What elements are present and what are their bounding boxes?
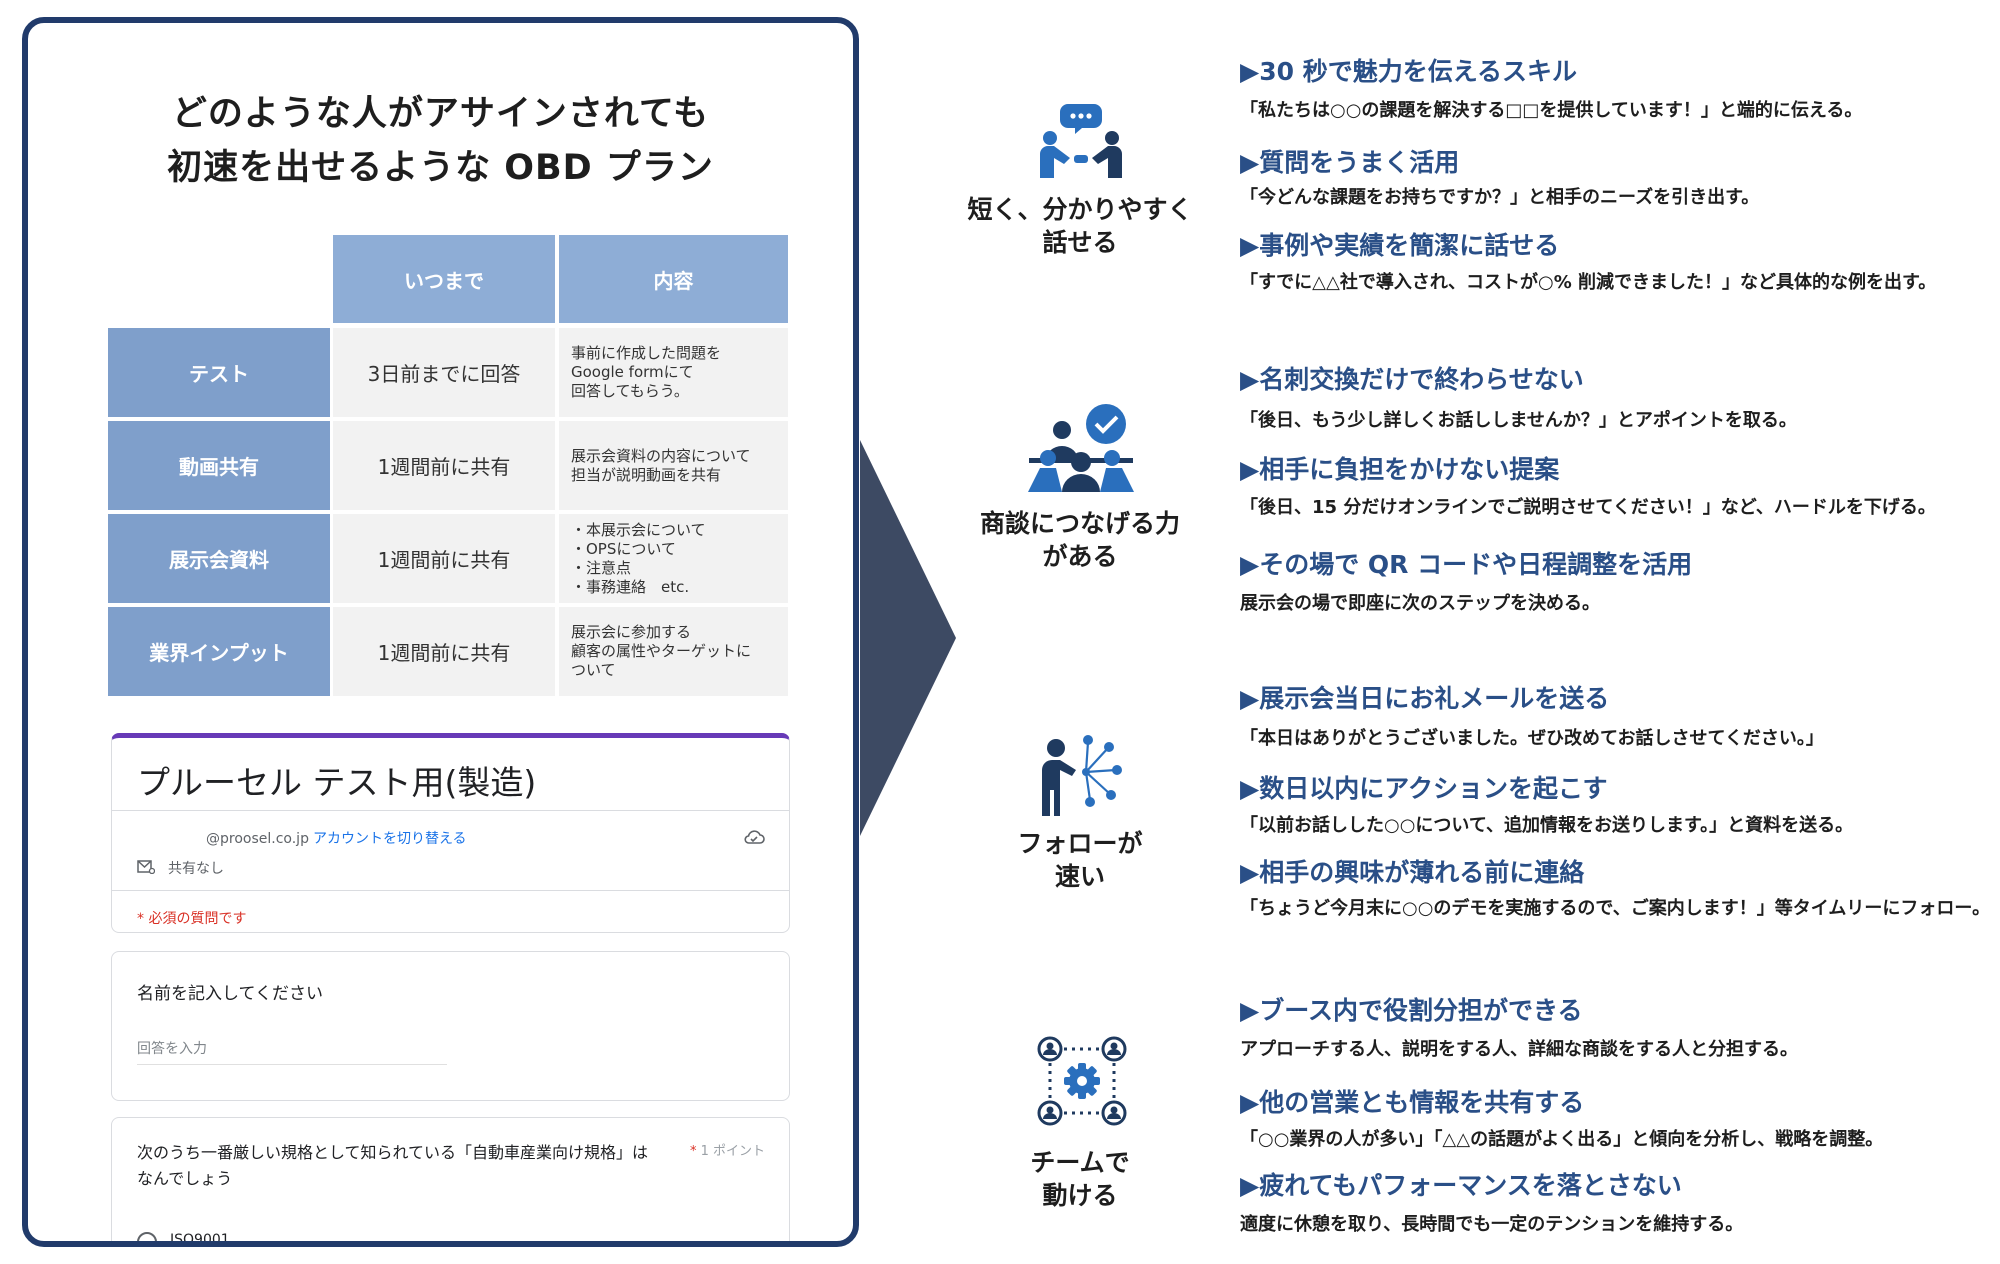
category-label: チームで 動ける — [960, 1146, 1200, 1212]
question-label: 名前を記入してください — [137, 984, 323, 1004]
item-title: ▶ブース内で役割分担ができる — [1240, 996, 1583, 1025]
item-title: ▶30 秒で魅力を伝えるスキル — [1240, 57, 1577, 86]
item-desc: 展示会の場で即座に次のステップを決める。 — [1240, 593, 1600, 614]
question-label: 次のうち一番厳しい規格として知られている「自動車産業向け規格」は なんでしょう — [137, 1143, 649, 1188]
item-title: ▶その場で QR コードや日程調整を活用 — [1240, 550, 1693, 579]
item-title: ▶他の営業とも情報を共有する — [1240, 1088, 1585, 1117]
item-title: ▶質問をうまく活用 — [1240, 148, 1460, 177]
presenter-network-icon — [1042, 735, 1122, 816]
row-when: 1週間前に共有 — [333, 607, 555, 696]
answer-underline — [137, 1064, 447, 1065]
item-title: ▶数日以内にアクションを起こす — [1240, 774, 1608, 803]
item-title: ▶事例や実績を簡潔に話せる — [1240, 231, 1560, 260]
meeting-check-icon — [1028, 404, 1134, 492]
question-card-name: 名前を記入してください 回答を入力 — [111, 951, 790, 1101]
category-label-line2: がある — [1042, 542, 1118, 571]
item-desc: 「○○業界の人が多い」「△△の話題がよく出る」と傾向を分析し、戦略を調整。 — [1240, 1129, 1884, 1150]
answer-input[interactable]: 回答を入力 — [137, 1038, 207, 1058]
category-label-line2: 話せる — [1042, 228, 1118, 257]
row-when: 1週間前に共有 — [333, 421, 555, 510]
points-badge: * 1 ポイント — [690, 1140, 765, 1159]
item-title: ▶名刺交換だけで終わらせない — [1240, 365, 1584, 394]
handshake-chat-icon — [1040, 104, 1122, 178]
row-content: 展示会に参加する 顧客の属性やターゲットに ついて — [559, 607, 788, 696]
required-note: * 必須の質問です — [137, 911, 247, 927]
category-label-line1: チームで — [1030, 1148, 1130, 1177]
not-shared-text: 共有なし — [168, 861, 224, 877]
flow-arrow — [860, 440, 956, 836]
item-desc: 「後日、もう少し詳しくお話ししませんか？」とアポイントを取る。 — [1240, 410, 1797, 431]
switch-account-link[interactable]: アカウントを切り替える — [313, 831, 467, 847]
team-gear-icon — [1037, 1036, 1127, 1126]
obd-plan-panel: どのような人がアサインされても 初速を出せるような OBD プラン いつまで 内… — [22, 17, 859, 1247]
panel-title-line1: どのような人がアサインされても — [171, 94, 710, 134]
schedule-table: いつまで 内容 テスト 3日前までに回答 事前に作成した問題を Google f… — [108, 235, 788, 722]
category-label-line1: 商談につなげる力 — [979, 509, 1180, 538]
row-label: 業界インプット — [108, 607, 330, 696]
divider — [112, 810, 789, 811]
item-title: ▶展示会当日にお礼メールを送る — [1240, 684, 1610, 713]
item-desc: アプローチする人、説明をする人、詳細な商談をする人と分担する。 — [1240, 1039, 1798, 1060]
item-desc: 適度に休憩を取り、長時間でも一定のテンションを維持する。 — [1240, 1214, 1744, 1235]
required-star: * — [690, 1144, 697, 1159]
row-when: 3日前までに回答 — [333, 328, 555, 417]
item-desc: 「すでに△△社で導入され、コストが○% 削減できました！」など具体的な例を出す。 — [1240, 272, 1937, 293]
row-when: 1週間前に共有 — [333, 514, 555, 603]
item-desc: 「ちょうど今月末に○○のデモを実施するので、ご案内します！」等タイムリーにフォロ… — [1240, 898, 1991, 919]
item-title: ▶相手に負担をかけない提案 — [1240, 455, 1560, 484]
row-label: テスト — [108, 328, 330, 417]
cloud-save-icon — [744, 830, 765, 844]
item-title: ▶疲れてもパフォーマンスを落とさない — [1240, 1171, 1682, 1200]
option-label: ISO9001 — [170, 1232, 230, 1247]
item-desc: 「後日、15 分だけオンラインでご説明させてください！」など、ハードルを下げる。 — [1240, 497, 1936, 518]
not-shared-icon — [137, 860, 155, 874]
divider — [112, 890, 789, 891]
row-content: ・本展示会について ・OPSについて ・注意点 ・事務連絡 etc. — [559, 514, 788, 603]
item-desc: 「本日はありがとうございました。ぜひ改めてお話しさせてください。」 — [1240, 728, 1824, 749]
form-header-card: プルーセル テスト用(製造) @proosel.co.jp アカウントを切り替える… — [111, 733, 790, 933]
question-card-standard: 次のうち一番厳しい規格として知られている「自動車産業向け規格」は なんでしょう … — [111, 1117, 790, 1247]
item-title: ▶相手の興味が薄れる前に連絡 — [1240, 858, 1585, 887]
category-label-line2: 速い — [1054, 862, 1105, 891]
category-label: フォローが 速い — [960, 827, 1200, 893]
form-title: プルーセル テスト用(製造) — [137, 763, 537, 802]
header-when: いつまで — [333, 235, 555, 323]
row-label: 動画共有 — [108, 421, 330, 510]
item-desc: 「今どんな課題をお持ちですか？」と相手のニーズを引き出す。 — [1240, 187, 1760, 208]
row-content: 事前に作成した問題を Google formにて 回答してもらう。 — [559, 328, 788, 417]
option-radio[interactable] — [137, 1232, 157, 1241]
item-desc: 「私たちは○○の課題を解決する□□を提供しています！」と端的に伝える。 — [1240, 100, 1863, 121]
points-text: 1 ポイント — [700, 1144, 766, 1159]
header-content: 内容 — [559, 235, 788, 323]
panel-title: どのような人がアサインされても 初速を出せるような OBD プラン — [28, 87, 853, 195]
account-email: @proosel.co.jp — [206, 831, 309, 847]
category-label-line1: フォローが — [1017, 829, 1143, 858]
panel-title-line2: 初速を出せるような OBD プラン — [167, 148, 714, 188]
category-label: 商談につなげる力 がある — [960, 507, 1200, 573]
category-label: 短く、分かりやすく 話せる — [960, 193, 1200, 259]
category-label-line2: 動ける — [1042, 1181, 1118, 1210]
item-desc: 「以前お話しした○○について、追加情報をお送りします。」と資料を送る。 — [1240, 815, 1854, 836]
category-label-line1: 短く、分かりやすく — [967, 195, 1193, 224]
row-content: 展示会資料の内容について 担当が説明動画を共有 — [559, 421, 788, 510]
row-label: 展示会資料 — [108, 514, 330, 603]
account-line: @proosel.co.jp アカウントを切り替える — [206, 828, 467, 848]
